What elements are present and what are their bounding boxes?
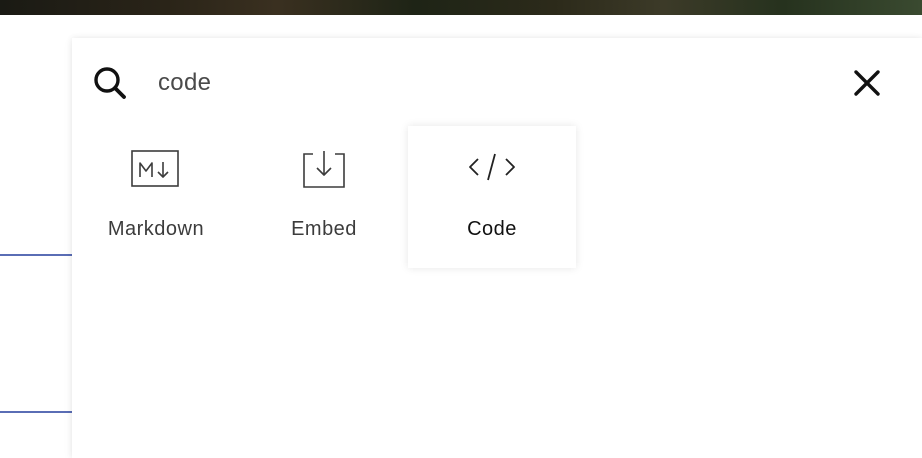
block-option-label: Code bbox=[467, 218, 517, 240]
close-icon[interactable] bbox=[849, 65, 885, 101]
block-option-label: Embed bbox=[291, 218, 357, 240]
search-row bbox=[72, 38, 922, 126]
block-option-markdown[interactable]: Markdown bbox=[72, 126, 240, 268]
embed-icon bbox=[298, 148, 350, 192]
block-option-code[interactable]: Code bbox=[408, 126, 576, 268]
block-option-label: Markdown bbox=[107, 218, 205, 240]
block-option-embed[interactable]: Embed bbox=[240, 126, 408, 268]
background-divider-line bbox=[0, 254, 72, 256]
search-icon bbox=[92, 65, 128, 101]
code-icon bbox=[466, 148, 518, 192]
block-picker-panel: Markdown Embed Code bbox=[72, 38, 922, 458]
block-results-list: Markdown Embed Code bbox=[72, 126, 922, 276]
search-input[interactable] bbox=[158, 64, 818, 102]
background-divider-line bbox=[0, 411, 72, 413]
background-photo-strip bbox=[0, 0, 922, 15]
markdown-icon bbox=[130, 148, 182, 192]
